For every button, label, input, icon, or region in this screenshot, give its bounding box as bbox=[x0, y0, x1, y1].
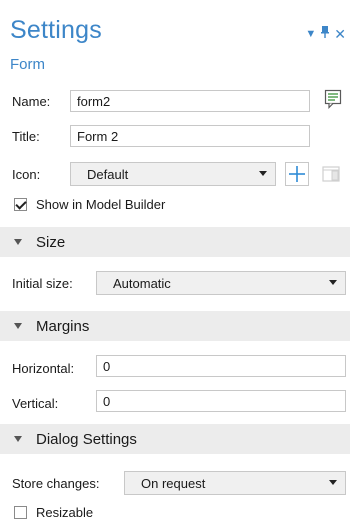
section-header-dialog-settings[interactable]: Dialog Settings bbox=[0, 424, 350, 454]
store-changes-select[interactable]: On request bbox=[124, 471, 346, 495]
chevron-down-icon bbox=[259, 171, 267, 176]
add-icon-button[interactable] bbox=[285, 162, 309, 186]
section-header-size[interactable]: Size bbox=[0, 227, 350, 257]
initial-size-value: Automatic bbox=[113, 275, 171, 291]
chevron-down-icon bbox=[329, 280, 337, 285]
store-changes-label: Store changes: bbox=[12, 476, 100, 491]
show-in-model-builder-checkbox[interactable] bbox=[14, 198, 27, 211]
panel-title: Settings bbox=[10, 16, 102, 44]
section-header-margins[interactable]: Margins bbox=[0, 311, 350, 341]
chevron-down-icon bbox=[329, 480, 337, 485]
store-changes-value: On request bbox=[141, 475, 206, 491]
panel-subtitle: Form bbox=[10, 56, 45, 73]
browse-icon-button[interactable] bbox=[320, 163, 342, 185]
section-label: Size bbox=[36, 233, 66, 251]
initial-size-label: Initial size: bbox=[12, 276, 73, 291]
collapse-triangle-icon bbox=[14, 436, 22, 442]
name-input[interactable] bbox=[70, 90, 310, 112]
pin-icon[interactable] bbox=[321, 26, 330, 41]
collapse-triangle-icon bbox=[14, 239, 22, 245]
title-label: Title: bbox=[12, 129, 40, 144]
window-controls: ▼ ✕ bbox=[305, 26, 346, 41]
close-icon[interactable]: ✕ bbox=[334, 27, 346, 41]
resizable-row[interactable]: Resizable bbox=[14, 505, 93, 520]
vertical-margin-input[interactable] bbox=[96, 390, 346, 412]
icon-label: Icon: bbox=[12, 167, 41, 182]
title-input[interactable] bbox=[70, 125, 310, 147]
vertical-label: Vertical: bbox=[12, 396, 59, 411]
collapse-triangle-icon bbox=[14, 323, 22, 329]
plus-icon bbox=[289, 166, 305, 182]
browse-icon bbox=[322, 166, 340, 182]
dropdown-arrow-icon[interactable]: ▼ bbox=[305, 28, 316, 40]
initial-size-select[interactable]: Automatic bbox=[96, 271, 346, 295]
horizontal-label: Horizontal: bbox=[12, 361, 75, 376]
section-label: Dialog Settings bbox=[36, 430, 137, 448]
horizontal-margin-input[interactable] bbox=[96, 355, 346, 377]
resizable-label: Resizable bbox=[36, 505, 94, 520]
resizable-checkbox[interactable] bbox=[14, 506, 27, 519]
section-label: Margins bbox=[36, 317, 90, 335]
icon-select[interactable]: Default bbox=[70, 162, 276, 186]
show-in-model-builder-row[interactable]: Show in Model Builder bbox=[14, 197, 165, 212]
notes-icon[interactable] bbox=[324, 89, 342, 109]
icon-select-value: Default bbox=[87, 166, 129, 182]
name-label: Name: bbox=[12, 94, 51, 109]
show-in-model-builder-label: Show in Model Builder bbox=[36, 197, 166, 212]
